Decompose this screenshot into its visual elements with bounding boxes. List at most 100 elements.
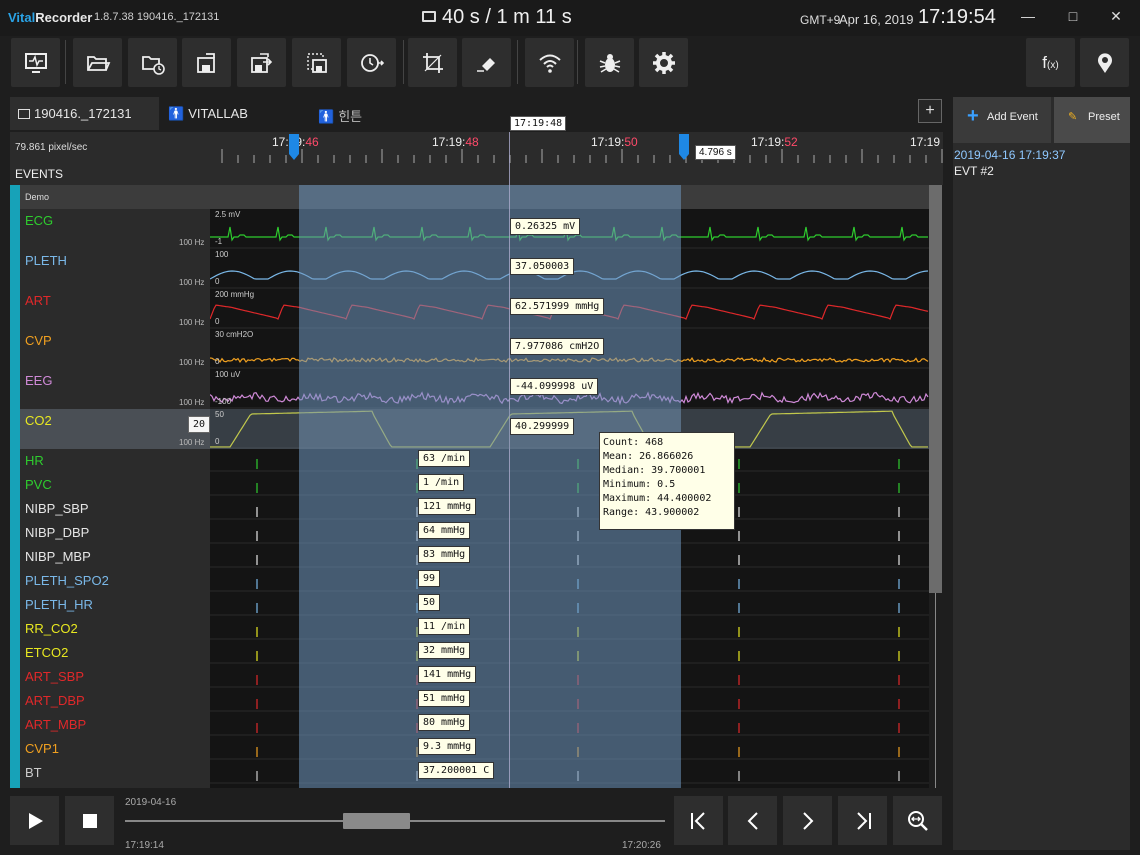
channel-label-hr[interactable]: HR (25, 453, 44, 468)
timer-export-icon (360, 53, 384, 72)
sample-rate-label: 100 Hz (179, 318, 205, 327)
time-ruler[interactable]: 17:19:46 17:19:48 17:19:50 17:19:52 17:19 (210, 132, 943, 163)
stop-button[interactable] (65, 796, 114, 845)
formula-button[interactable]: f(x) (1026, 38, 1075, 87)
value-box-ecg: 0.26325 mV (510, 218, 581, 235)
export-timer-button[interactable] (347, 38, 396, 87)
scale-min-label: -100 (215, 397, 232, 406)
wifi-icon (538, 54, 561, 73)
next-button[interactable] (783, 796, 832, 845)
channel-label-cvp1[interactable]: CVP1 (25, 741, 59, 756)
value-box-eeg: -44.099998 uV (510, 378, 599, 395)
play-button[interactable] (10, 796, 59, 845)
channel-label-pleth_hr[interactable]: PLETH_HR (25, 597, 93, 612)
monitor-button[interactable] (11, 38, 60, 87)
selection-start-handle (289, 134, 299, 160)
event-name[interactable]: EVT #2 (954, 164, 994, 178)
scale-min-label: 0 (215, 277, 220, 286)
value-box-art: 62.571999 mmHg (510, 298, 605, 315)
tab-hint[interactable]: 🚹 힌튼 (318, 97, 362, 130)
chevron-left-icon (747, 811, 758, 830)
channel-label-pvc[interactable]: PVC (25, 477, 52, 492)
numeric-value-pleth_hr: 50 (418, 594, 441, 611)
channel-label-etco2[interactable]: ETCO2 (25, 645, 68, 660)
channel-label-ecg[interactable]: ECG (25, 213, 53, 228)
channel-label-eeg[interactable]: EEG (25, 373, 52, 388)
tab-file[interactable]: 190416._172131 (10, 97, 159, 130)
preset-button[interactable]: ✎ Preset (1054, 97, 1130, 143)
sample-rate-label: 100 Hz (179, 398, 205, 407)
device-accent-bar (10, 185, 20, 788)
folder-icon (422, 11, 436, 22)
playback-slider-thumb[interactable] (342, 813, 410, 829)
tab-vitallab[interactable]: 🚹 VITALLAB (168, 97, 248, 130)
close-button[interactable]: ✕ (1106, 8, 1126, 26)
open-folder-button[interactable] (73, 38, 122, 87)
folder-clock-icon (141, 55, 165, 75)
channel-label-pleth[interactable]: PLETH (25, 253, 67, 268)
channel-label-nibp_sbp[interactable]: NIBP_SBP (25, 501, 89, 516)
open-recent-button[interactable] (128, 38, 177, 87)
function-icon: f(x) (1042, 52, 1059, 72)
skip-start-icon (690, 811, 705, 830)
minimize-button[interactable]: — (1018, 8, 1038, 26)
bug-icon (599, 53, 620, 73)
event-timestamp[interactable]: 2019-04-16 17:19:37 (954, 148, 1065, 162)
scale-min-label: 0 (215, 317, 220, 326)
save-selection-button[interactable] (292, 38, 341, 87)
playback-date: 2019-04-16 (125, 797, 177, 808)
playback-start-time: 17:19:14 (125, 840, 164, 851)
scale-max-label: 2.5 mV (215, 210, 241, 219)
numeric-value-hr: 63 /min (418, 450, 471, 467)
location-button[interactable] (1080, 38, 1129, 87)
channel-label-art_mbp[interactable]: ART_MBP (25, 717, 86, 732)
numeric-value-art_sbp: 141 mmHg (418, 666, 477, 683)
zoom-fit-button[interactable] (893, 796, 942, 845)
go-to-end-button[interactable] (838, 796, 887, 845)
channel-label-art[interactable]: ART (25, 293, 51, 308)
cursor-time-tag: 17:19:48 (510, 116, 567, 131)
crop-icon (422, 52, 443, 73)
save-selection-icon (306, 52, 327, 73)
save-as-button[interactable] (237, 38, 286, 87)
maximize-button[interactable]: □ (1063, 8, 1083, 26)
go-to-start-button[interactable] (674, 796, 723, 845)
crop-button[interactable] (408, 38, 457, 87)
channel-label-nibp_dbp[interactable]: NIBP_DBP (25, 525, 89, 540)
pixel-rate-label: 79.861 pixel/sec (15, 142, 88, 153)
gear-icon (652, 51, 675, 74)
stop-icon (82, 813, 97, 828)
stat-line: Range: 43.900002 (603, 507, 700, 518)
selection-end-handle (679, 134, 689, 160)
person-icon: 🚹 (168, 106, 185, 121)
settings-button[interactable] (639, 38, 688, 87)
tab-bar: 190416._172131 🚹 VITALLAB 🚹 힌튼 (10, 97, 943, 130)
save-as-icon (250, 52, 272, 73)
playback-end-time: 17:20:26 (622, 840, 661, 851)
network-button[interactable] (525, 38, 574, 87)
channel-label-rr_co2[interactable]: RR_CO2 (25, 621, 78, 636)
date-label: Apr 16, 2019 (839, 12, 914, 27)
channel-label-cvp[interactable]: CVP (25, 333, 52, 348)
ruler-tick-label: 17:19:50 (591, 135, 638, 149)
co2-setting-box[interactable]: 20 (188, 416, 210, 433)
debug-button[interactable] (585, 38, 634, 87)
channel-label-art_sbp[interactable]: ART_SBP (25, 669, 84, 684)
previous-button[interactable] (728, 796, 777, 845)
save-button[interactable] (182, 38, 231, 87)
events-label: EVENTS (15, 167, 64, 181)
scale-min-label: 0 (215, 437, 220, 446)
channel-label-bt[interactable]: BT (25, 765, 42, 780)
stat-line: Median: 39.700001 (603, 465, 706, 476)
numeric-value-etco2: 32 mmHg (418, 642, 471, 659)
play-icon (28, 812, 43, 829)
numeric-value-cvp1: 9.3 mmHg (418, 738, 477, 755)
vertical-scrollbar[interactable] (929, 185, 942, 593)
channel-label-art_dbp[interactable]: ART_DBP (25, 693, 85, 708)
eraser-button[interactable] (462, 38, 511, 87)
add-tab-button[interactable]: + (918, 99, 942, 123)
channel-label-co2[interactable]: CO2 (25, 413, 52, 428)
add-event-button[interactable]: + Add Event (953, 97, 1051, 143)
channel-label-nibp_mbp[interactable]: NIBP_MBP (25, 549, 91, 564)
channel-label-pleth_spo2[interactable]: PLETH_SPO2 (25, 573, 109, 588)
